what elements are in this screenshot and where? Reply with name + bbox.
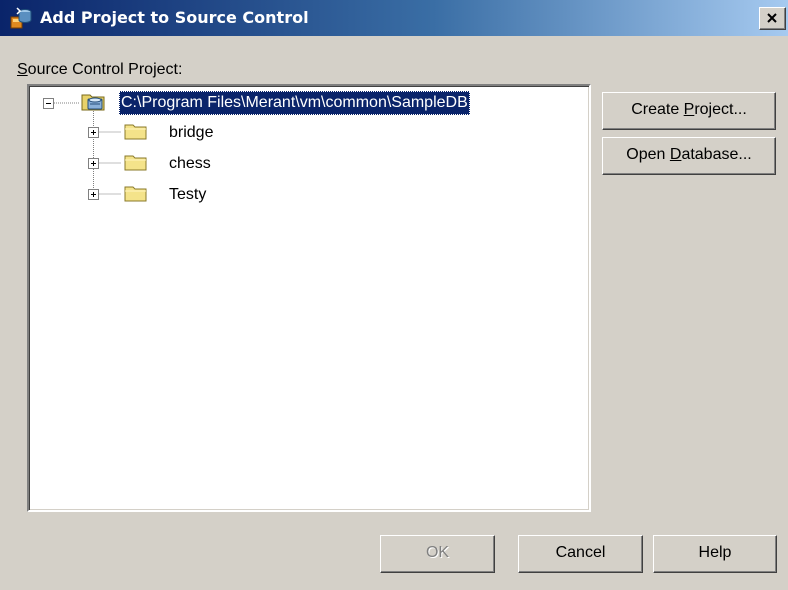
create-project-button[interactable]: Create Project... [602, 92, 776, 130]
close-button[interactable] [759, 7, 786, 30]
folder-icon [124, 122, 148, 146]
project-tree[interactable]: C:\Program Files\Merant\vm\common\Sample… [27, 84, 591, 512]
folder-icon [124, 153, 148, 177]
create-project-mnemonic: P [683, 101, 695, 118]
folder-icon [124, 184, 148, 208]
mnemonic-s: S [17, 61, 28, 78]
ok-button[interactable]: OK [380, 535, 495, 573]
cancel-button[interactable]: Cancel [518, 535, 643, 573]
tree-node-bridge[interactable]: bridge [169, 121, 213, 145]
open-database-post: atabase... [681, 146, 752, 163]
tree-node-root[interactable]: C:\Program Files\Merant\vm\common\Sample… [119, 91, 470, 115]
open-database-button[interactable]: Open Database... [602, 137, 776, 175]
open-database-mnemonic: D [669, 146, 682, 163]
help-button[interactable]: Help [653, 535, 777, 573]
title-bar[interactable]: Add Project to Source Control [0, 0, 788, 36]
label-rest: ource Control Project: [27, 61, 183, 78]
source-control-project-label: Source Control Project: [17, 61, 182, 79]
tree-node-chess[interactable]: chess [169, 152, 211, 176]
database-icon [81, 90, 107, 118]
bridge-expand-toggle[interactable] [88, 127, 99, 138]
create-project-pre: Create [631, 101, 684, 118]
root-collapse-toggle[interactable] [43, 98, 54, 109]
add-project-dialog: Add Project to Source Control Source Con… [0, 0, 788, 590]
project-database-icon [9, 6, 33, 30]
open-database-pre: Open [626, 146, 670, 163]
testy-expand-toggle[interactable] [88, 189, 99, 200]
tree-node-testy[interactable]: Testy [169, 183, 206, 207]
create-project-post: roject... [694, 101, 747, 118]
window-title: Add Project to Source Control [40, 8, 309, 27]
chess-expand-toggle[interactable] [88, 158, 99, 169]
